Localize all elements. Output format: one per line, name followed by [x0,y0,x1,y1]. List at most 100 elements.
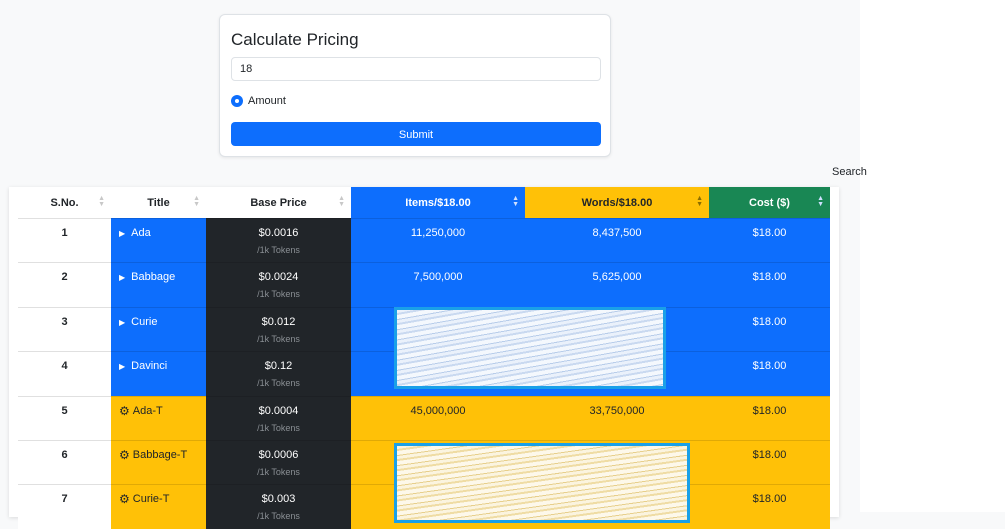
price-unit: /1k Tokens [257,466,300,477]
header-items-label: Items/$18.00 [405,196,471,209]
row-price-cell: $0.0004/1k Tokens [206,395,351,440]
cost-value: $18.00 [752,448,787,461]
header-base-price[interactable]: Base Price ▲ ▼ [206,187,351,218]
gear-icon[interactable]: ⚙ [119,492,130,506]
expand-triangle-icon[interactable]: ▶ [119,362,125,371]
header-sno[interactable]: S.No. ▲ ▼ [18,187,111,218]
row-items-cell: 11,250,000 [351,218,525,263]
cost-value: $18.00 [752,360,787,373]
model-title: Ada-T [132,404,163,417]
row-cost-cell: $18.00 [709,306,830,352]
cost-value: $18.00 [752,271,787,284]
price-unit: /1k Tokens [257,333,300,344]
items-count: 7,500,000 [413,271,463,284]
row-price-cell: $0.003/1k Tokens [206,484,351,529]
row-sno-cell: 2 [18,262,111,307]
amount-input[interactable] [231,57,601,81]
price-unit: /1k Tokens [257,245,300,255]
words-count: 33,750,000 [589,404,645,417]
gear-icon[interactable]: ⚙ [119,448,130,462]
expand-triangle-icon[interactable]: ▶ [119,318,125,327]
row-sno-cell: 1 [18,218,111,263]
model-title: Ada [131,227,151,239]
base-price: $0.0006 [258,448,299,461]
header-title[interactable]: Title ▲ ▼ [111,187,206,218]
search-label: Search [832,166,867,178]
model-title: Babbage-T [132,448,188,461]
row-sno-cell: 7 [18,484,111,529]
row-title-cell[interactable]: ▶ Davinci [111,351,206,396]
header-words[interactable]: Words/$18.00 ▲ ▼ [525,187,709,218]
row-words-cell: 33,750,000 [525,395,709,440]
header-cost[interactable]: Cost ($) ▲ ▼ [709,187,830,218]
amount-radio-label: Amount [248,95,286,107]
pricing-form-card: Calculate Pricing Amount Submit [219,14,611,157]
row-price-cell: $0.012/1k Tokens [206,306,351,352]
header-words-label: Words/$18.00 [581,196,653,209]
row-number: 5 [61,404,68,417]
row-number: 6 [61,448,68,461]
model-title: Davinci [131,360,168,373]
base-price: $0.012 [261,315,296,328]
items-count: 45,000,000 [410,404,466,417]
price-unit: /1k Tokens [257,289,300,300]
row-items-cell: 45,000,000 [351,395,525,440]
cost-value: $18.00 [752,315,787,328]
row-words-cell: 5,625,000 [525,262,709,307]
row-words-cell: 8,437,500 [525,218,709,263]
submit-button[interactable]: Submit [231,122,601,146]
row-number: 4 [61,360,68,373]
expand-triangle-icon[interactable]: ▶ [119,229,125,238]
base-price: $0.0024 [258,271,299,284]
row-sno-cell: 6 [18,439,111,485]
expand-triangle-icon[interactable]: ▶ [119,273,125,282]
model-title: Curie [131,315,158,328]
row-number: 7 [61,493,68,506]
row-title-cell[interactable]: ▶ Curie [111,306,206,352]
row-title-cell[interactable]: ▶ Ada [111,218,206,263]
row-items-cell: 7,500,000 [351,262,525,307]
price-unit: /1k Tokens [257,511,300,522]
row-price-cell: $0.0024/1k Tokens [206,262,351,307]
row-sno-cell: 3 [18,306,111,352]
cost-value: $18.00 [752,404,787,417]
row-price-cell: $0.0006/1k Tokens [206,439,351,485]
sort-icon: ▲ ▼ [193,195,200,208]
row-sno-cell: 4 [18,351,111,396]
sort-icon: ▲ ▼ [338,195,345,208]
row-number: 2 [61,271,68,284]
row-price-cell: $0.12/1k Tokens [206,351,351,396]
words-count: 5,625,000 [592,271,642,284]
sort-icon: ▲ ▼ [696,195,703,208]
page-right-margin [860,0,1005,512]
header-base-price-label: Base Price [250,196,307,209]
header-title-label: Title [147,196,170,209]
base-price: $0.12 [264,360,293,373]
cost-value: $18.00 [752,493,787,506]
sort-icon: ▲ ▼ [817,195,824,208]
row-cost-cell: $18.00 [709,439,830,485]
row-cost-cell: $18.00 [709,262,830,307]
header-sno-label: S.No. [50,196,79,209]
row-cost-cell: $18.00 [709,218,830,263]
header-items[interactable]: Items/$18.00 ▲ ▼ [351,187,525,218]
amount-radio[interactable] [231,95,243,107]
price-unit: /1k Tokens [257,378,300,389]
row-cost-cell: $18.00 [709,395,830,440]
form-title: Calculate Pricing [231,30,359,49]
row-number: 1 [61,227,68,239]
row-price-cell: $0.0016/1k Tokens [206,218,351,263]
gear-icon[interactable]: ⚙ [119,404,130,418]
amount-radio-option[interactable]: Amount [231,95,286,107]
row-title-cell[interactable]: ▶ Babbage [111,262,206,307]
words-count: 8,437,500 [592,227,642,239]
row-title-cell[interactable]: ⚙ Ada-T [111,395,206,440]
items-count: 11,250,000 [410,227,466,239]
header-cost-label: Cost ($) [749,196,790,209]
row-title-cell[interactable]: ⚙ Curie-T [111,484,206,529]
image-overlay-blue [394,307,666,389]
base-price: $0.0016 [258,227,299,239]
row-title-cell[interactable]: ⚙ Babbage-T [111,439,206,485]
model-title: Curie-T [132,493,170,506]
sort-icon: ▲ ▼ [512,195,519,208]
